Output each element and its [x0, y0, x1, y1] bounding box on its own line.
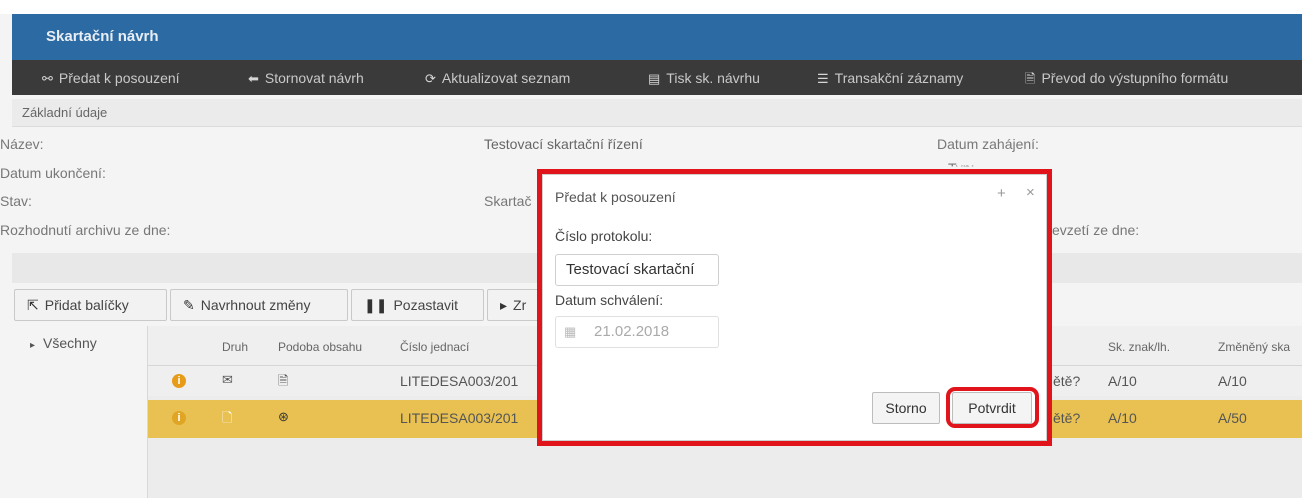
takeover-date-label: evzetí ze dne: — [1052, 222, 1140, 238]
window-title: Skartační návrh — [12, 14, 1302, 60]
changed-mark-cell: A/10 — [1218, 373, 1247, 389]
approval-date-value: 21.02.2018 — [594, 323, 670, 340]
basic-info-tab-label: Základní údaje — [22, 105, 108, 120]
tree-item-all[interactable]: ▸ Všechny — [30, 335, 97, 351]
name-value: Testovací skartační řízení — [484, 136, 643, 152]
print-icon: ▤ — [648, 71, 661, 86]
close-icon[interactable]: × — [1026, 184, 1035, 201]
protocol-number-input[interactable]: Testovací skartační — [555, 254, 719, 286]
confirm-button[interactable]: Potvrdit — [952, 392, 1032, 424]
envelope-icon: ✉ — [222, 372, 233, 387]
tree-item-all-label: Všechny — [43, 335, 97, 351]
refresh-list-label: Aktualizovat seznam — [441, 70, 571, 86]
shredding-mark-cell: A/10 — [1108, 373, 1137, 389]
approval-date-field[interactable]: ▦ 21.02.2018 — [555, 316, 719, 348]
add-file-icon: ⇱ — [27, 297, 39, 313]
add-packages-button[interactable]: ⇱ Přidat balíčky — [14, 289, 167, 321]
print-proposal-label: Tisk sk. návrhu — [666, 70, 760, 86]
propose-changes-button[interactable]: ✎ Navrhnout změny — [170, 289, 348, 321]
dialog-title: Předat k posouzení — [555, 189, 676, 205]
export-format-button[interactable]: 🗎 Převod do výstupního formátu — [1025, 60, 1228, 95]
document-icon: 🗎 — [1025, 71, 1036, 86]
propose-changes-label: Navrhnout změny — [200, 297, 311, 313]
add-packages-label: Přidat balíčky — [44, 297, 129, 313]
pin-icon[interactable]: + — [997, 185, 1006, 202]
toolbar: ⚯ Předat k posouzení ⬅ Stornovat návrh ⟳ Ak… — [12, 60, 1302, 95]
cancel-button[interactable]: Storno — [872, 392, 940, 424]
link-icon: ⚯ — [42, 71, 53, 86]
edit-icon: ✎ — [183, 297, 195, 313]
status-label: Stav: — [0, 193, 32, 209]
pause-button[interactable]: ❚❚ Pozastavit — [351, 289, 484, 321]
column-header-changed-mark[interactable]: Změněný ska — [1218, 340, 1290, 354]
document-icon: 🗎 — [278, 373, 289, 388]
other-action-label: Zr — [513, 297, 527, 313]
changed-mark-cell: A/50 — [1218, 410, 1247, 426]
transaction-records-label: Transakční záznamy — [834, 70, 964, 86]
expand-arrow-icon: ▸ — [30, 340, 36, 351]
column-header-reference-number[interactable]: Číslo jednací — [400, 340, 469, 354]
reference-number-cell: LITEDESA003/201 — [400, 410, 519, 426]
print-proposal-button[interactable]: ▤ Tisk sk. návrhu — [648, 60, 760, 95]
pause-icon: ❚❚ — [364, 297, 388, 313]
pause-label: Pozastavit — [393, 297, 459, 313]
info-icon: i — [172, 411, 186, 425]
shredding-label: Skartač — [484, 193, 532, 209]
list-icon: ☰ — [817, 71, 829, 86]
name-label: Název: — [0, 136, 44, 152]
transaction-records-button[interactable]: ☰ Transakční záznamy — [817, 60, 963, 95]
digital-globe-icon: ⊛ — [278, 409, 289, 424]
start-date-label: Datum zahájení: — [937, 136, 1039, 152]
end-date-label: Datum ukončení: — [0, 165, 106, 181]
column-header-type[interactable]: Druh — [222, 340, 248, 354]
question-cell: ětě? — [1053, 373, 1081, 389]
forward-to-review-label: Předat k posouzení — [58, 70, 180, 86]
shredding-mark-cell: A/10 — [1108, 410, 1137, 426]
cancel-proposal-button[interactable]: ⬅ Stornovat návrh — [248, 60, 364, 95]
play-icon: ▸ — [500, 297, 508, 313]
reference-number-cell: LITEDESA003/201 — [400, 373, 519, 389]
column-header-shredding-mark[interactable]: Sk. znak/lh. — [1108, 340, 1170, 354]
calendar-icon[interactable]: ▦ — [564, 317, 576, 347]
refresh-icon: ⟳ — [425, 71, 436, 86]
forward-to-review-button[interactable]: ⚯ Předat k posouzení — [42, 60, 180, 95]
forward-to-review-dialog: Předat k posouzení + × Číslo protokolu: … — [542, 174, 1047, 441]
refresh-list-button[interactable]: ⟳ Aktualizovat seznam — [425, 60, 570, 95]
info-icon: i — [172, 374, 186, 388]
back-arrow-icon: ⬅ — [248, 71, 259, 86]
protocol-number-label: Číslo protokolu: — [555, 228, 653, 244]
top-margin — [0, 0, 1302, 14]
tree-panel: ▸ Všechny — [14, 326, 148, 498]
export-format-label: Převod do výstupního formátu — [1041, 70, 1229, 86]
cancel-proposal-label: Stornovat návrh — [264, 70, 364, 86]
basic-info-tab[interactable]: Základní údaje — [12, 99, 1302, 127]
file-icon: 🗋 — [222, 410, 233, 425]
column-header-content-form[interactable]: Podoba obsahu — [278, 340, 362, 354]
question-cell: ětě? — [1053, 410, 1081, 426]
approval-date-label: Datum schválení: — [555, 292, 664, 308]
archive-decision-label: Rozhodnutí archivu ze dne: — [0, 222, 171, 238]
